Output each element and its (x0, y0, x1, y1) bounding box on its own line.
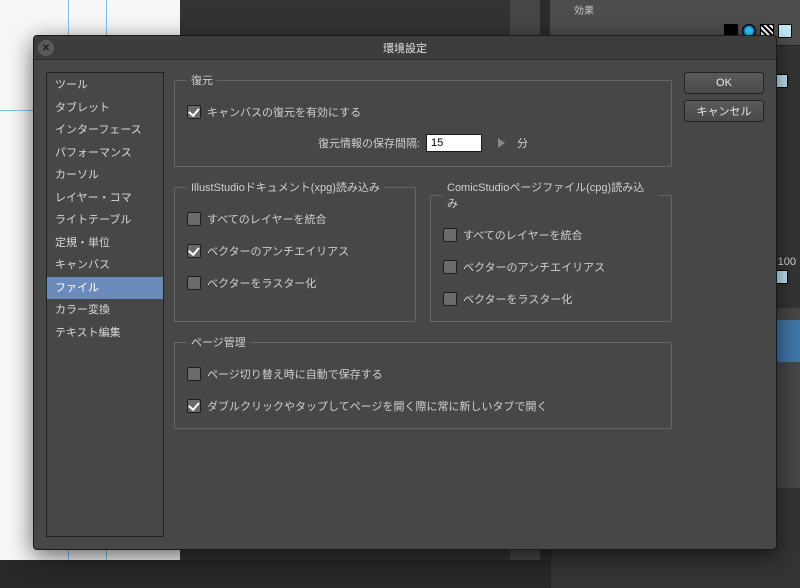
illust-raster-label[interactable]: ベクターをラスター化 (207, 275, 316, 291)
page-newtab-checkbox[interactable] (187, 399, 201, 413)
page-legend: ページ管理 (187, 334, 250, 350)
sidebar-item[interactable]: キャンバス (47, 254, 163, 277)
sidebar-item[interactable]: パフォーマンス (47, 142, 163, 165)
page-autosave-checkbox[interactable] (187, 367, 201, 381)
sidebar-item[interactable]: インターフェース (47, 119, 163, 142)
restore-enable-checkbox[interactable] (187, 105, 201, 119)
stepper-icon[interactable] (498, 138, 505, 148)
illust-merge-checkbox[interactable] (187, 212, 201, 226)
sidebar-item[interactable]: レイヤー・コマ (47, 187, 163, 210)
dialog-title: 環境設定 (383, 40, 427, 56)
illuststudio-group: IllustStudioドキュメント(xpg)読み込み すべてのレイヤーを統合 … (174, 179, 416, 322)
page-newtab-label[interactable]: ダブルクリックやタップしてページを開く際に常に新しいタブで開く (207, 398, 547, 414)
comic-aa-label[interactable]: ベクターのアンチエイリアス (463, 259, 605, 275)
illust-merge-label[interactable]: すべてのレイヤーを統合 (207, 211, 326, 227)
illust-aa-label[interactable]: ベクターのアンチエイリアス (207, 243, 349, 259)
restore-interval-unit: 分 (517, 135, 528, 151)
restore-legend: 復元 (187, 72, 217, 88)
sidebar-item[interactable]: カーソル (47, 164, 163, 187)
sidebar-item[interactable]: ファイル (47, 277, 163, 300)
effects-tab[interactable]: 効果 (568, 0, 600, 19)
restore-interval-input[interactable] (426, 134, 482, 152)
ok-button[interactable]: OK (684, 72, 764, 94)
sidebar-item[interactable]: カラー変換 (47, 299, 163, 322)
comic-merge-label[interactable]: すべてのレイヤーを統合 (463, 227, 582, 243)
opacity-value: 100 (778, 256, 796, 268)
sidebar-item[interactable]: 定規・単位 (47, 232, 163, 255)
comic-raster-label[interactable]: ベクターをラスター化 (463, 291, 572, 307)
cancel-button[interactable]: キャンセル (684, 100, 764, 122)
restore-enable-label[interactable]: キャンバスの復元を有効にする (207, 104, 361, 120)
comic-raster-checkbox[interactable] (443, 292, 457, 306)
comicstudio-group: ComicStudioページファイル(cpg)読み込み すべてのレイヤーを統合 … (430, 179, 672, 322)
sidebar-item[interactable]: タブレット (47, 97, 163, 120)
restore-interval-label: 復元情報の保存間隔: (318, 135, 420, 151)
sidebar-item[interactable]: ツール (47, 74, 163, 97)
category-list: ツールタブレットインターフェースパフォーマンスカーソルレイヤー・コマライトテーブ… (46, 72, 164, 537)
page-autosave-label[interactable]: ページ切り替え時に自動で保存する (207, 366, 383, 382)
dialog-titlebar[interactable]: ✕ 環境設定 (34, 36, 776, 60)
preferences-dialog: ✕ 環境設定 ツールタブレットインターフェースパフォーマンスカーソルレイヤー・コ… (33, 35, 777, 550)
page-group: ページ管理 ページ切り替え時に自動で保存する ダブルクリックやタップしてページを… (174, 334, 672, 429)
restore-group: 復元 キャンバスの復元を有効にする 復元情報の保存間隔: 分 (174, 72, 672, 167)
comicstudio-legend: ComicStudioページファイル(cpg)読み込み (443, 179, 659, 211)
illuststudio-legend: IllustStudioドキュメント(xpg)読み込み (187, 179, 384, 195)
comic-merge-checkbox[interactable] (443, 228, 457, 242)
close-icon[interactable]: ✕ (38, 40, 54, 56)
comic-aa-checkbox[interactable] (443, 260, 457, 274)
sidebar-item[interactable]: テキスト編集 (47, 322, 163, 345)
illust-raster-checkbox[interactable] (187, 276, 201, 290)
illust-aa-checkbox[interactable] (187, 244, 201, 258)
sidebar-item[interactable]: ライトテーブル (47, 209, 163, 232)
